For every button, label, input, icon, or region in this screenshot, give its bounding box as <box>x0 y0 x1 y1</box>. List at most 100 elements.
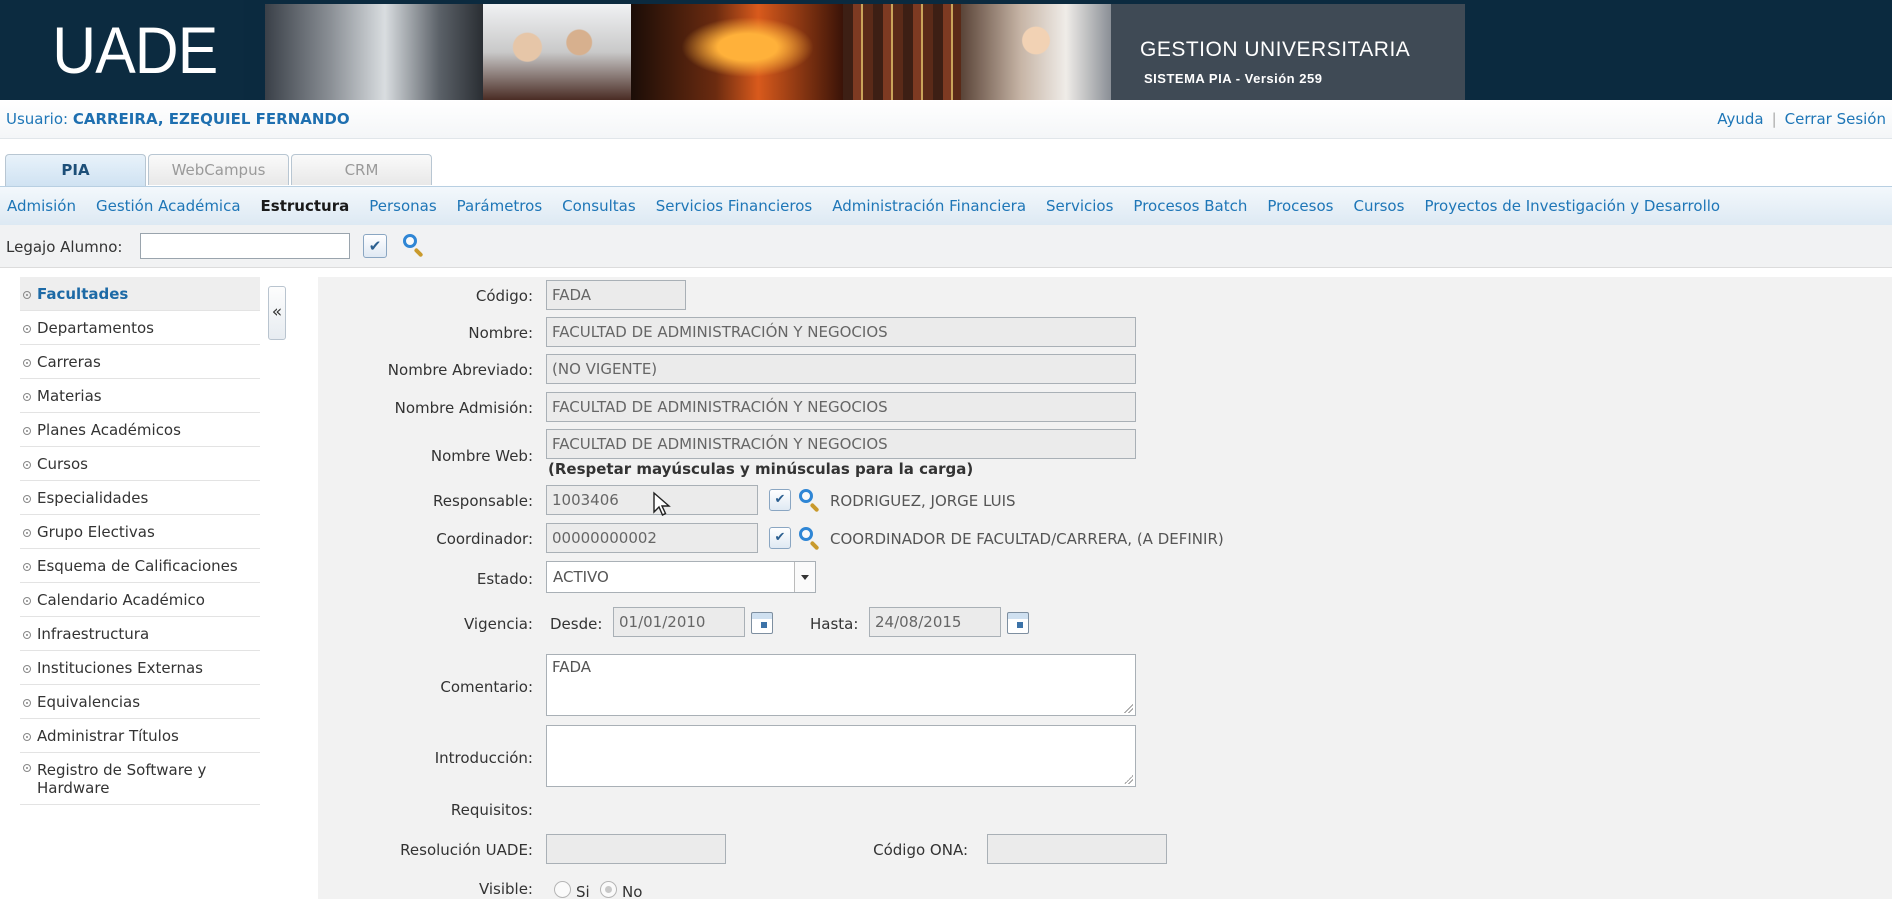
visible-si-radio[interactable] <box>554 881 571 898</box>
help-link[interactable]: Ayuda <box>1717 110 1763 128</box>
visible-no-radio[interactable] <box>600 881 617 898</box>
sidebar-item-label: Calendario Académico <box>37 591 205 609</box>
menu-servicios-financieros[interactable]: Servicios Financieros <box>656 187 813 225</box>
sidebar-item-label: Cursos <box>37 455 88 473</box>
tab-crm[interactable]: CRM <box>291 154 432 185</box>
desde-calendar-icon[interactable] <box>751 612 773 634</box>
menu-parametros[interactable]: Parámetros <box>457 187 542 225</box>
sidebar-item-label: Equivalencias <box>37 693 141 711</box>
menu-proyectos[interactable]: Proyectos de Investigación y Desarrollo <box>1424 187 1720 225</box>
sidebar-item-infraestructura[interactable]: Infraestructura <box>20 617 260 651</box>
sidebar-item-equivalencias[interactable]: Equivalencias <box>20 685 260 719</box>
menu-admision[interactable]: Admisión <box>7 187 76 225</box>
codigo-ona-field[interactable] <box>987 834 1167 864</box>
tab-webcampus[interactable]: WebCampus <box>148 154 289 185</box>
legajo-label: Legajo Alumno: <box>6 238 123 256</box>
sidebar-item-grupo-electivas[interactable]: Grupo Electivas <box>20 515 260 549</box>
coordinador-search-icon[interactable] <box>798 526 822 551</box>
codigo-label: Código: <box>475 287 533 305</box>
system-title: GESTION UNIVERSITARIA <box>1140 38 1411 61</box>
estado-value: ACTIVO <box>553 568 609 586</box>
tab-pia[interactable]: PIA <box>5 154 146 187</box>
desde-field[interactable]: 01/01/2010 <box>613 607 745 637</box>
sidebar-item-label: Registro de Software y Hardware <box>37 761 207 797</box>
user-label: Usuario: <box>6 110 69 128</box>
nombre-web-note: (Respetar mayúsculas y minúsculas para l… <box>548 460 974 478</box>
comentario-value: FADA <box>552 658 592 676</box>
menu-servicios[interactable]: Servicios <box>1046 187 1113 225</box>
hasta-field[interactable]: 24/08/2015 <box>869 607 1001 637</box>
check-icon: ✔ <box>368 237 382 255</box>
sidebar-item-departamentos[interactable]: Departamentos <box>20 311 260 345</box>
sidebar-item-administrar-titulos[interactable]: Administrar Títulos <box>20 719 260 753</box>
sidebar-item-materias[interactable]: Materias <box>20 379 260 413</box>
menu-administracion-financiera[interactable]: Administración Financiera <box>832 187 1026 225</box>
banner-photo-students <box>483 4 631 100</box>
nombre-field[interactable]: FACULTAD DE ADMINISTRACIÓN Y NEGOCIOS <box>546 317 1136 347</box>
sidebar-item-planes-academicos[interactable]: Planes Académicos <box>20 413 260 447</box>
responsable-name: RODRIGUEZ, JORGE LUIS <box>830 492 1016 510</box>
sidebar-item-calendario-academico[interactable]: Calendario Académico <box>20 583 260 617</box>
sidebar-item-cursos[interactable]: Cursos <box>20 447 260 481</box>
menu-procesos[interactable]: Procesos <box>1267 187 1333 225</box>
nombre-abreviado-field[interactable]: (NO VIGENTE) <box>546 354 1136 384</box>
resize-grip-icon[interactable] <box>1124 775 1133 784</box>
sidebar-item-carreras[interactable]: Carreras <box>20 345 260 379</box>
sidebar-item-label: Administrar Títulos <box>37 727 179 745</box>
responsable-label: Responsable: <box>433 492 533 510</box>
responsable-confirm-button[interactable]: ✔ <box>769 489 791 511</box>
resolucion-label: Resolución UADE: <box>400 841 533 859</box>
legajo-confirm-button[interactable]: ✔ <box>363 234 387 258</box>
bullet-icon <box>23 764 31 772</box>
hasta-calendar-icon[interactable] <box>1007 612 1029 634</box>
sidebar-nav: Facultades Departamentos Carreras Materi… <box>20 277 260 805</box>
menu-personas[interactable]: Personas <box>369 187 436 225</box>
menu-consultas[interactable]: Consultas <box>562 187 636 225</box>
coordinador-field[interactable]: 00000000002 <box>546 523 758 553</box>
estado-select[interactable]: ACTIVO <box>546 561 816 593</box>
menu-gestion-academica[interactable]: Gestión Académica <box>96 187 241 225</box>
bullet-icon <box>23 597 31 605</box>
facultad-form: Código: FADA Nombre: FACULTAD DE ADMINIS… <box>318 277 1892 901</box>
sidebar-item-instituciones-externas[interactable]: Instituciones Externas <box>20 651 260 685</box>
sidebar-item-esquema-calificaciones[interactable]: Esquema de Calificaciones <box>20 549 260 583</box>
logout-link[interactable]: Cerrar Sesión <box>1785 110 1886 128</box>
user-links: Ayuda | Cerrar Sesión <box>1717 110 1886 128</box>
responsable-search-icon[interactable] <box>798 488 822 513</box>
bullet-icon <box>23 733 31 741</box>
sidebar-item-facultades[interactable]: Facultades <box>20 277 260 311</box>
bullet-icon <box>23 427 31 435</box>
legajo-input[interactable] <box>140 233 350 259</box>
introduccion-textarea[interactable] <box>546 725 1136 787</box>
bullet-icon <box>23 291 31 299</box>
collapse-sidebar-button[interactable]: « <box>268 286 286 340</box>
nombre-web-label: Nombre Web: <box>430 447 533 465</box>
user-bar: Usuario: CARREIRA, EZEQUIEL FERNANDO Ayu… <box>0 100 1892 139</box>
bullet-icon <box>23 529 31 537</box>
coordinador-confirm-button[interactable]: ✔ <box>769 527 791 549</box>
menu-estructura[interactable]: Estructura <box>261 187 350 225</box>
resolucion-field[interactable] <box>546 834 726 864</box>
desde-label: Desde: <box>550 615 603 633</box>
nombre-web-field[interactable]: FACULTAD DE ADMINISTRACIÓN Y NEGOCIOS <box>546 429 1136 459</box>
sidebar-item-especialidades[interactable]: Especialidades <box>20 481 260 515</box>
sidebar-item-registro-software[interactable]: Registro de Software y Hardware <box>20 753 260 805</box>
codigo-field[interactable]: FADA <box>546 280 686 310</box>
mouse-cursor-icon <box>653 491 671 516</box>
banner-photo-diploma <box>631 4 843 100</box>
menu-procesos-batch[interactable]: Procesos Batch <box>1133 187 1247 225</box>
visible-si-label: Si <box>576 883 590 901</box>
resize-grip-icon[interactable] <box>1124 704 1133 713</box>
legajo-bar: Legajo Alumno: ✔ <box>0 225 1892 268</box>
user-info: Usuario: CARREIRA, EZEQUIEL FERNANDO <box>6 110 350 128</box>
vigencia-label: Vigencia: <box>463 615 533 633</box>
menu-cursos[interactable]: Cursos <box>1353 187 1404 225</box>
legajo-search-icon[interactable] <box>402 233 426 258</box>
comentario-textarea[interactable]: FADA <box>546 654 1136 716</box>
chevron-down-icon <box>794 562 815 592</box>
sidebar-item-label: Grupo Electivas <box>37 523 155 541</box>
system-version: SISTEMA PIA - Versión 259 <box>1144 71 1323 86</box>
nombre-admision-field[interactable]: FACULTAD DE ADMINISTRACIÓN Y NEGOCIOS <box>546 392 1136 422</box>
sidebar-item-label: Planes Académicos <box>37 421 181 439</box>
sidebar-item-label: Especialidades <box>37 489 149 507</box>
